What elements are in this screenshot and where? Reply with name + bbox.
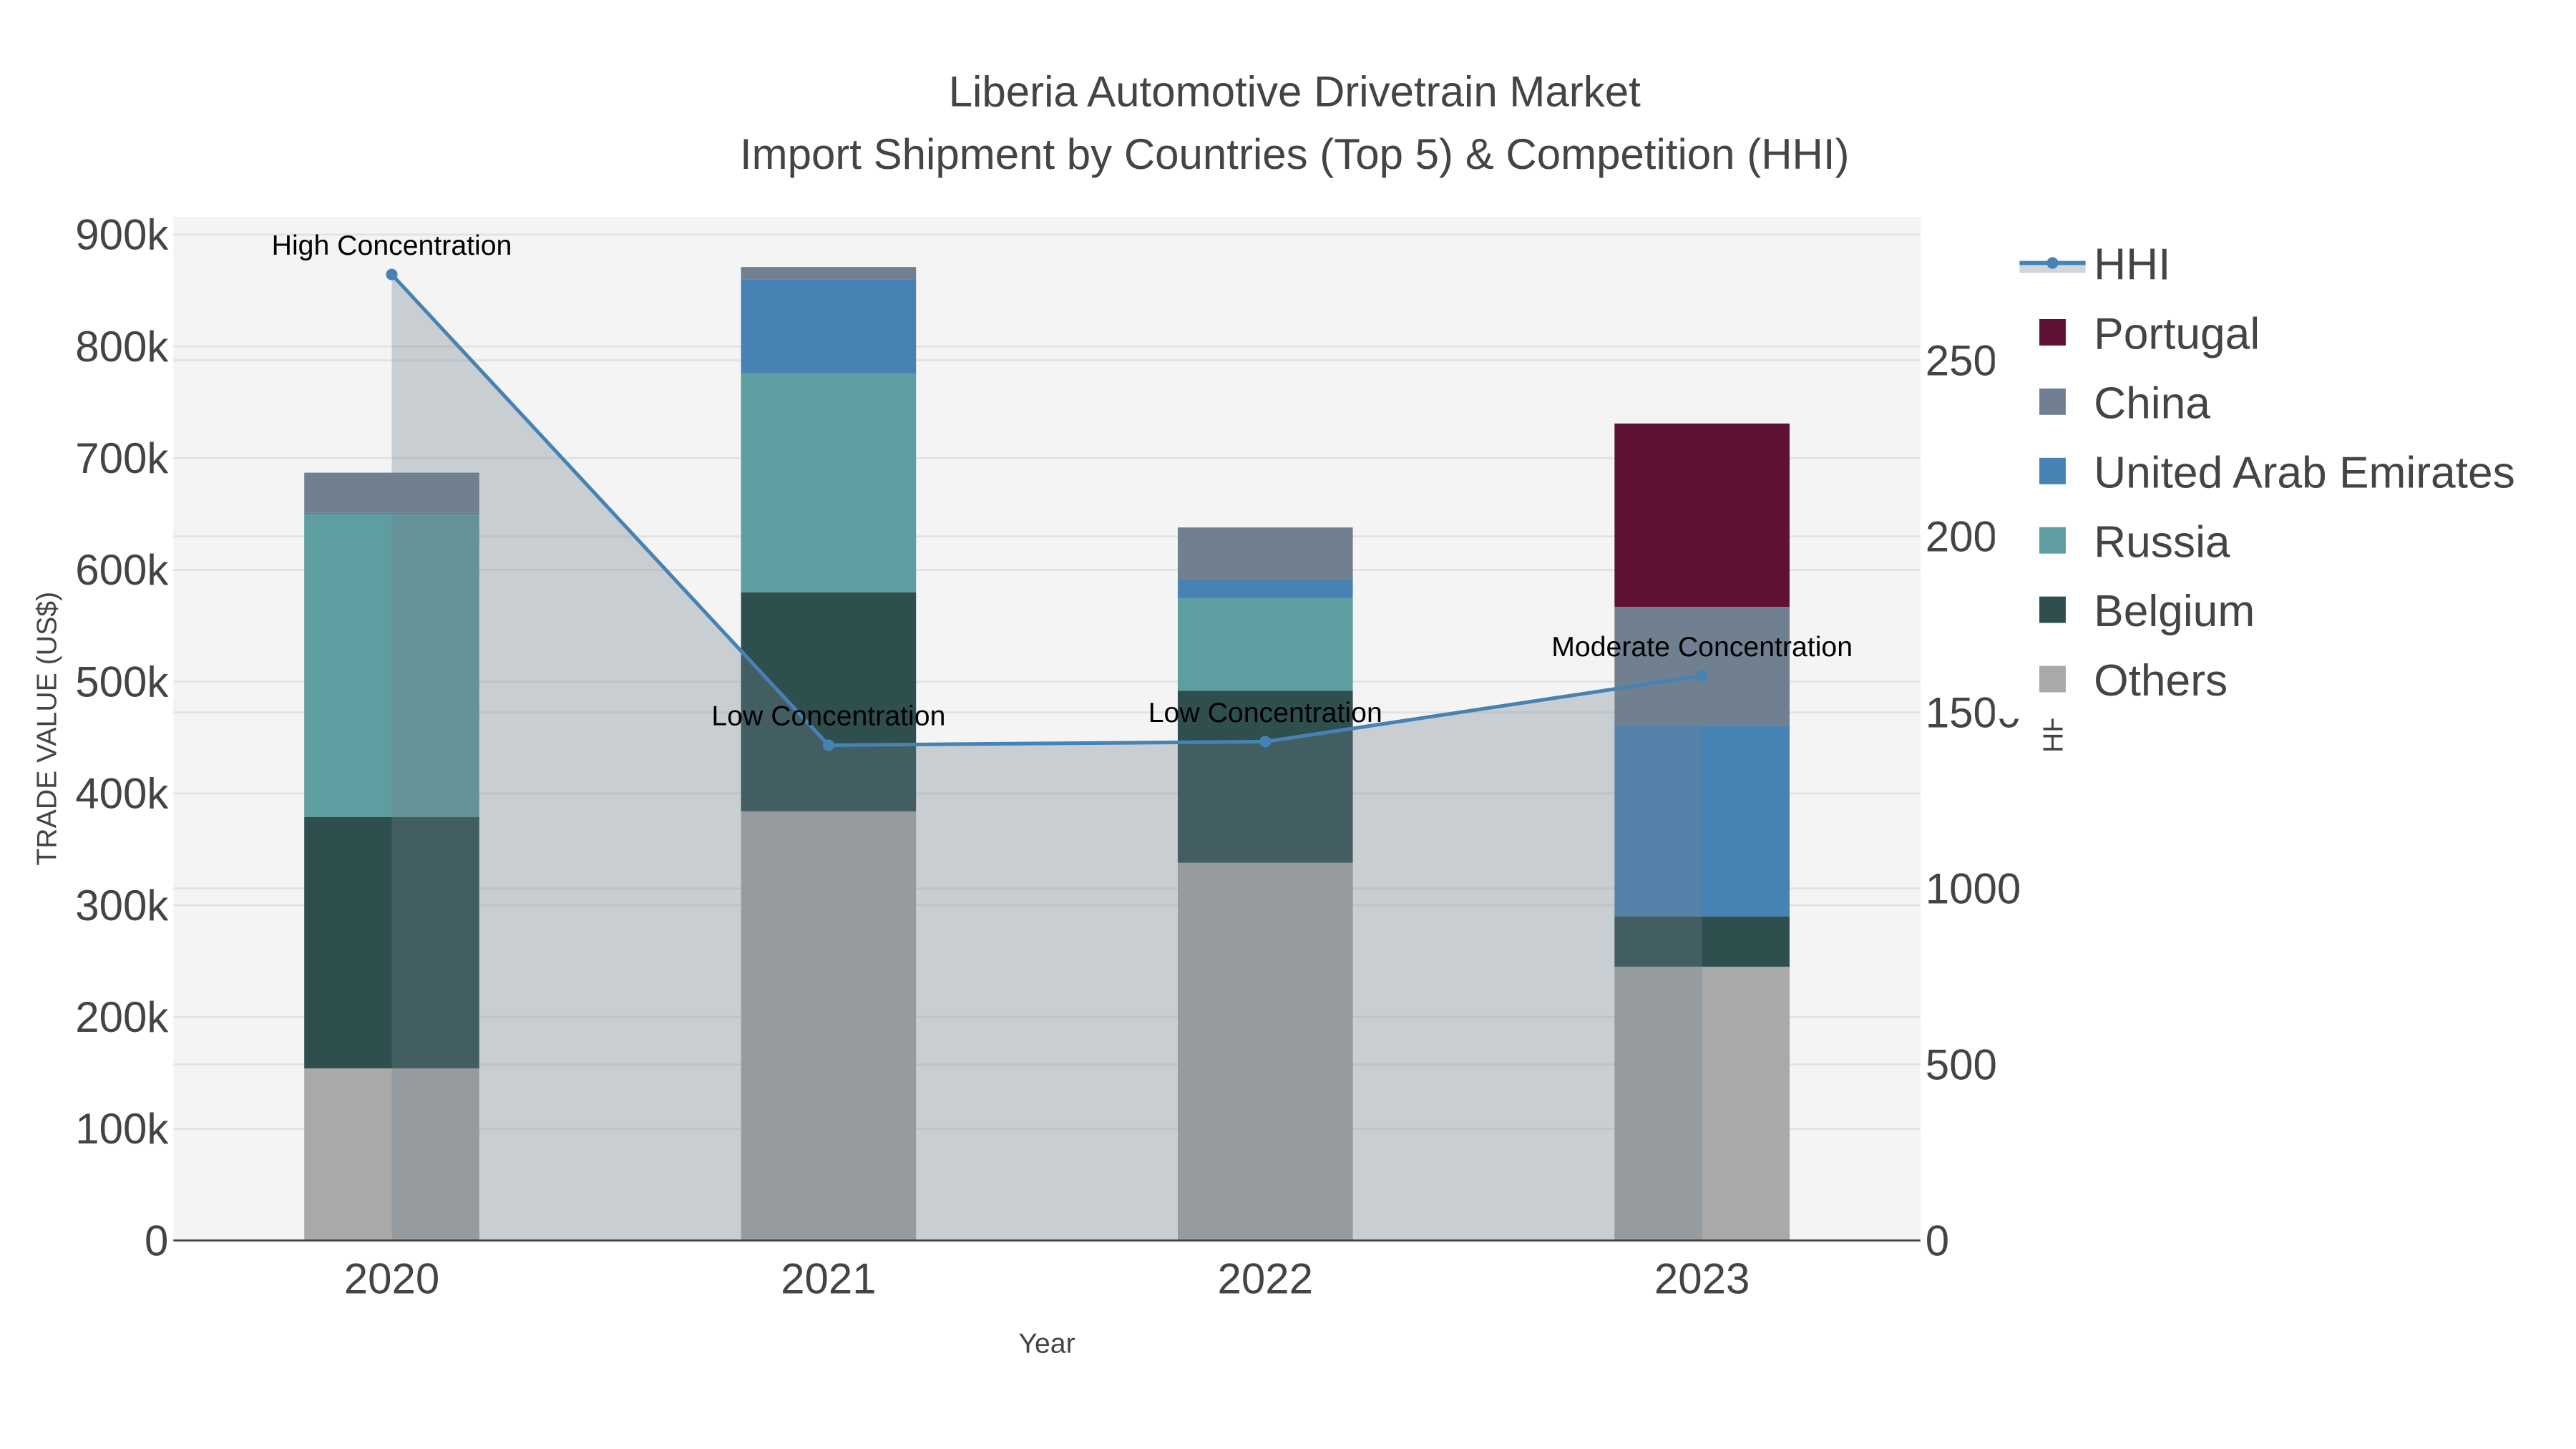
chart-subtitle: Import Shipment by Countries (Top 5) & C… (740, 130, 1850, 178)
legend-label: Belgium (2094, 587, 2255, 636)
legend-label: Others (2094, 656, 2228, 706)
legend-item-united-arab-emirates[interactable]: United Arab Emirates (2039, 448, 2515, 497)
legend-swatch (2039, 388, 2066, 415)
y2-tick-label: 1000 (1926, 864, 2021, 912)
legend-label: Portugal (2094, 309, 2260, 358)
bar-united-arab-emirates-2022[interactable] (1177, 580, 1353, 598)
legend-swatch (2039, 527, 2066, 554)
legend-marker-icon (2046, 257, 2059, 269)
x-tick-label: 2023 (1654, 1255, 1750, 1303)
y-axis-title: TRADE VALUE (US$) (31, 592, 62, 866)
legend-swatch (2039, 318, 2066, 346)
bar-portugal-2023[interactable] (1614, 423, 1790, 608)
y-tick-label: 700k (75, 434, 169, 482)
bar-china-2021[interactable] (741, 267, 917, 280)
y-tick-label: 300k (75, 882, 169, 930)
bar-china-2022[interactable] (1177, 527, 1353, 580)
y-tick-label: 500k (75, 658, 169, 706)
chart-title: Liberia Automotive Drivetrain Market (949, 67, 1641, 115)
annotation-2021: Low Concentration (711, 701, 945, 732)
legend: HHI Portugal China United Arab Emirates Russ… (1994, 223, 2573, 719)
bar-russia-2021[interactable] (741, 373, 917, 592)
hhi-point-2020[interactable] (386, 268, 398, 280)
hhi-point-2021[interactable] (822, 739, 834, 751)
bar-united-arab-emirates-2021[interactable] (741, 279, 917, 374)
x-axis-ticks: 2020 2021 2022 2023 (344, 1255, 1750, 1303)
y-tick-label: 400k (75, 770, 169, 818)
y2-tick-label: 500 (1926, 1040, 1997, 1088)
legend-label: Russia (2094, 517, 2230, 567)
y-axis-ticks: 0 100k 200k 300k 400k 500k 600k 700k 800k 900k (75, 211, 169, 1265)
chart: High Concentration Low Concentration Low C… (31, 67, 2573, 1360)
legend-label: China (2094, 379, 2210, 428)
y-tick-label: 200k (75, 993, 169, 1041)
y-tick-label: 800k (75, 323, 169, 371)
y2-tick-label: 0 (1926, 1216, 1949, 1264)
bar-russia-2022[interactable] (1177, 597, 1353, 691)
legend-label: United Arab Emirates (2094, 448, 2515, 497)
annotation-2022: Low Concentration (1148, 697, 1382, 728)
legend-swatch (2039, 457, 2066, 484)
y-tick-label: 0 (145, 1216, 168, 1264)
x-tick-label: 2022 (1218, 1255, 1313, 1303)
legend-label: HHI (2094, 240, 2170, 290)
legend-swatch (2039, 596, 2066, 623)
hhi-point-2022[interactable] (1259, 736, 1272, 748)
x-axis-title: Year (1018, 1328, 1075, 1360)
hhi-point-2023[interactable] (1696, 670, 1708, 682)
y-tick-label: 900k (75, 211, 169, 259)
legend-swatch (2039, 665, 2066, 693)
x-tick-label: 2020 (344, 1255, 439, 1303)
x-tick-label: 2021 (781, 1255, 876, 1303)
annotation-2023: Moderate Concentration (1551, 631, 1853, 663)
y-tick-label: 100k (75, 1105, 169, 1153)
annotation-2020: High Concentration (272, 230, 512, 261)
y-tick-label: 600k (75, 546, 169, 594)
